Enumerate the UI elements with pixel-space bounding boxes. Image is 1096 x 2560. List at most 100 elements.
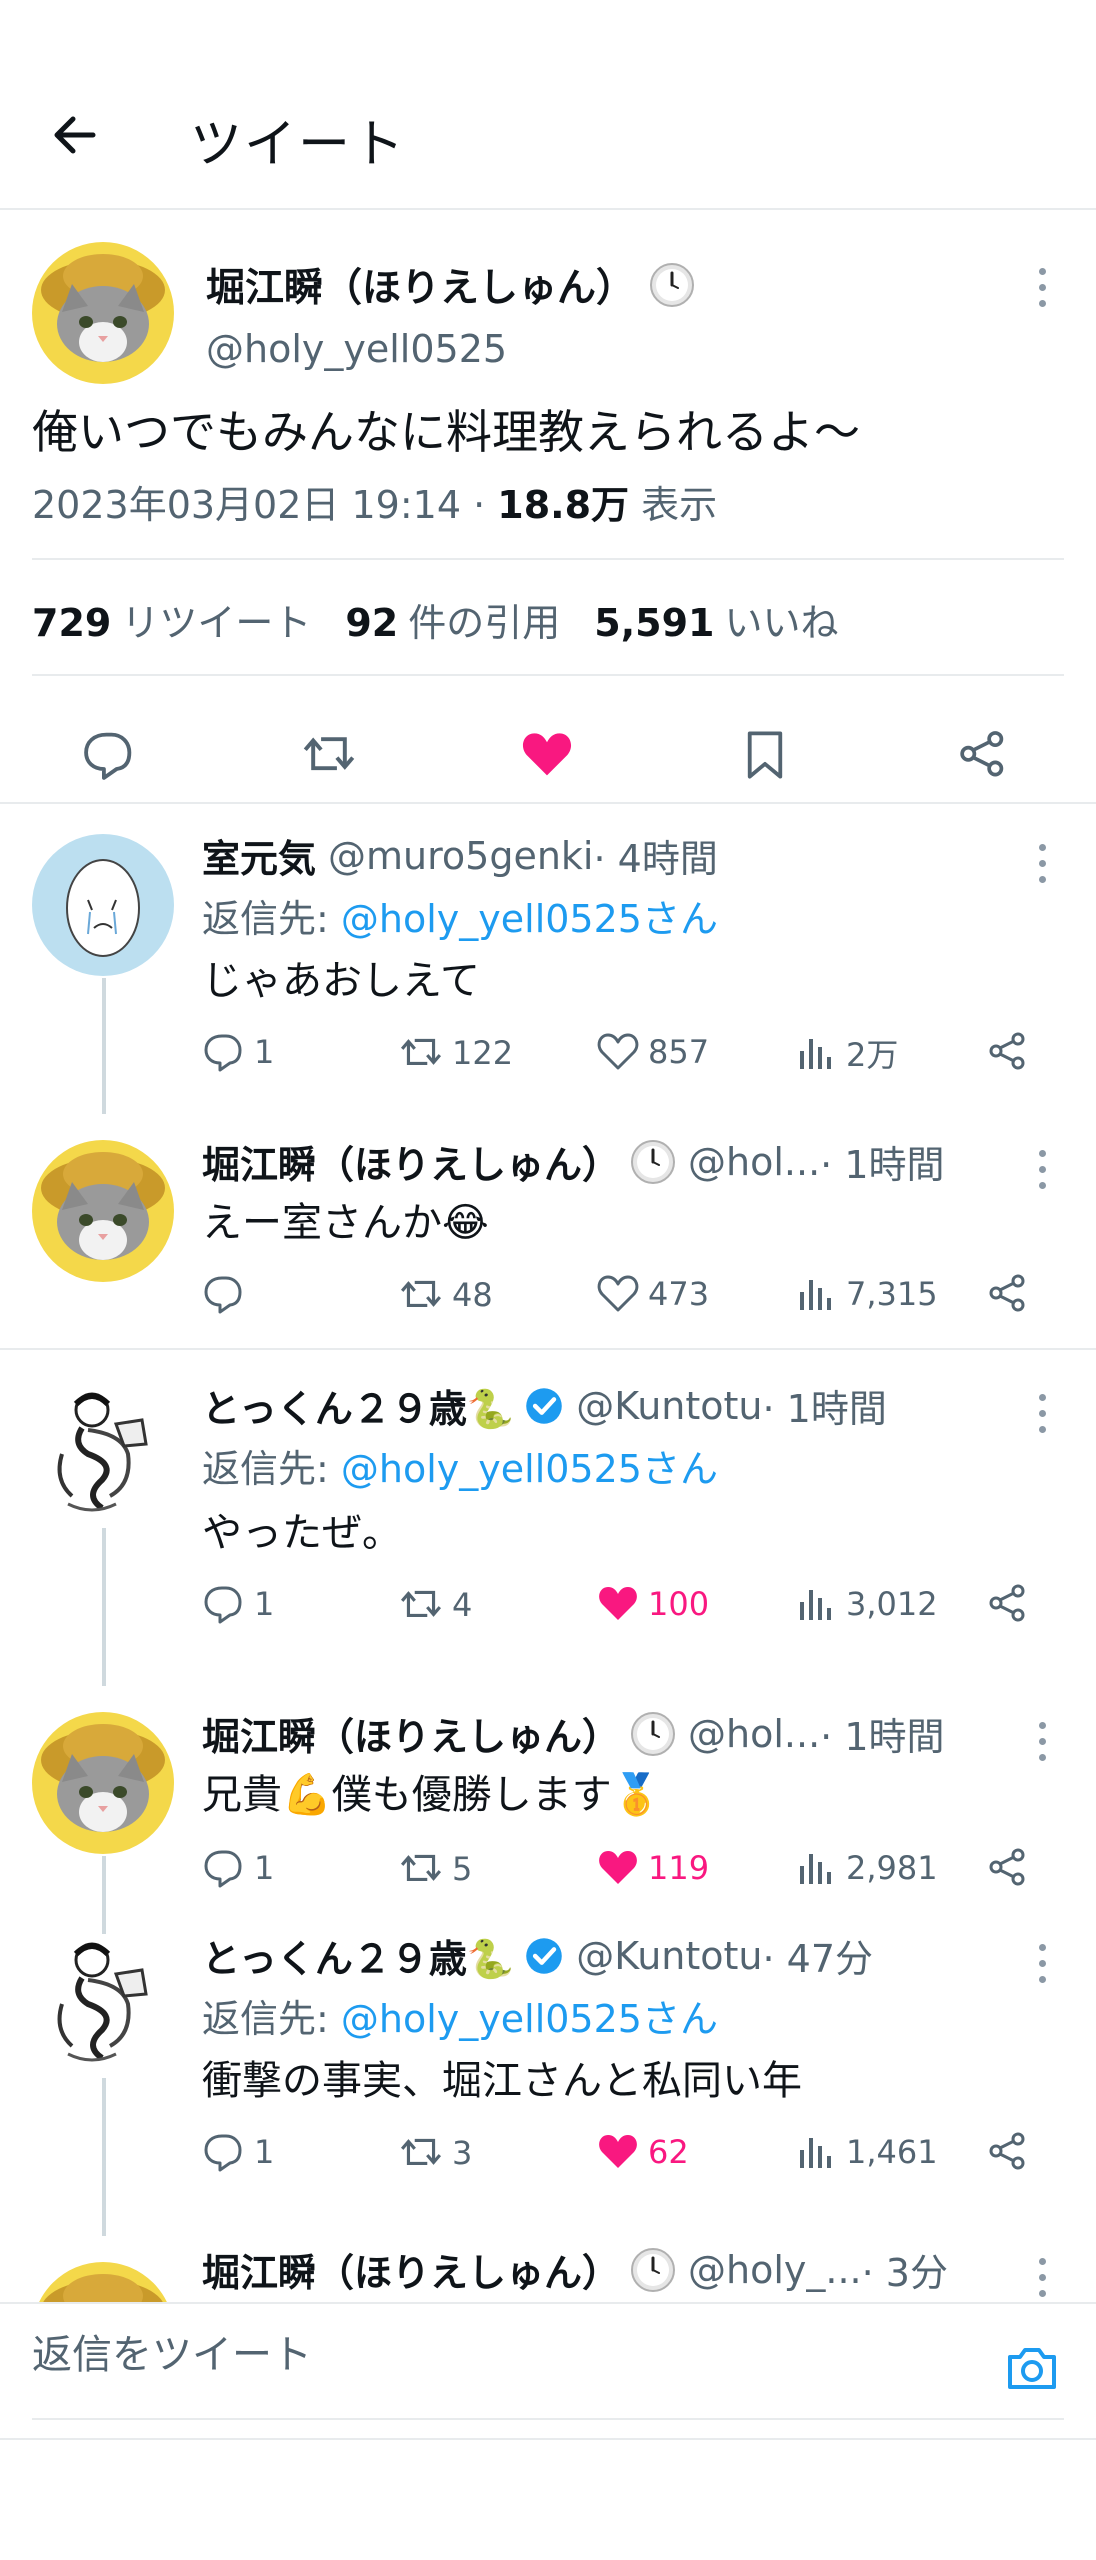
- more-options-icon[interactable]: [1034, 268, 1050, 307]
- views-button[interactable]: 1,461: [794, 2130, 938, 2174]
- reply-input[interactable]: 返信をツイート: [32, 2322, 312, 2380]
- author-name-row[interactable]: とっくん２９歳🐍: [202, 1928, 564, 1983]
- retweet-button[interactable]: 4: [398, 1582, 472, 1628]
- tweet-meta: 2023年03月02日 19:14 · 18.8万 表示: [32, 474, 717, 529]
- thread-line: [102, 978, 106, 1114]
- reply-actions: 1 5 119 2,981: [202, 1846, 1032, 1896]
- camera-button[interactable]: [1002, 2338, 1062, 2398]
- author-handle[interactable]: @Kuntotu: [576, 1384, 762, 1428]
- avatar[interactable]: [32, 1384, 174, 1526]
- author-handle[interactable]: @Kuntotu: [576, 1934, 762, 1978]
- avatar[interactable]: [32, 2262, 174, 2302]
- clock-icon: [630, 1711, 676, 1756]
- avatar[interactable]: [32, 1712, 174, 1854]
- retweet-button[interactable]: 5: [398, 1846, 472, 1892]
- retweet-button[interactable]: [296, 722, 362, 788]
- views-button[interactable]: 3,012: [794, 1582, 938, 1626]
- more-options-icon[interactable]: [1034, 844, 1050, 883]
- retweet-icon: [400, 1854, 442, 1882]
- more-options-icon[interactable]: [1034, 1150, 1050, 1189]
- divider: [0, 2438, 1096, 2440]
- more-options-icon[interactable]: [1034, 1944, 1050, 1983]
- author-handle[interactable]: @holy_...: [688, 2248, 862, 2292]
- author-handle[interactable]: @holy_yell0525: [206, 327, 507, 371]
- quotes-stat[interactable]: 92 件の引用: [345, 592, 560, 647]
- verified-badge-icon: [524, 1386, 564, 1426]
- reply-to-link[interactable]: @holy_yell0525さん: [341, 1447, 718, 1491]
- reply-tweet[interactable]: 堀江瞬（ほりえしゅん） @hol... · 1時間 兄貴💪僕も優勝します🥇 1 …: [0, 1684, 1096, 1932]
- reply-tweet[interactable]: 堀江瞬（ほりえしゅん） @holy_... · 3分: [0, 2234, 1096, 2302]
- views-button[interactable]: 2,981: [794, 1846, 938, 1890]
- retweets-stat[interactable]: 729 リツイート: [32, 592, 311, 647]
- author-name[interactable]: 室元気: [202, 828, 316, 883]
- reply-to-link[interactable]: @holy_yell0525さん: [341, 897, 718, 941]
- reply-to: 返信先: @holy_yell0525さん: [202, 897, 718, 941]
- heart-filled-icon: [599, 1587, 637, 1620]
- reply-button[interactable]: [202, 1272, 254, 1316]
- like-button[interactable]: 62: [596, 2130, 689, 2174]
- more-options-icon[interactable]: [1034, 1394, 1050, 1433]
- like-button[interactable]: 473: [596, 1272, 709, 1316]
- reply-time: · 1時間: [820, 1715, 945, 1759]
- reply-tweet[interactable]: とっくん２９歳🐍 @Kuntotu · 47分 返信先: @holy_yell0…: [0, 1906, 1096, 2236]
- like-button[interactable]: 119: [596, 1846, 709, 1890]
- more-options-icon[interactable]: [1034, 2258, 1050, 2297]
- author-name-row[interactable]: 堀江瞬（ほりえしゅん）: [202, 2242, 676, 2297]
- like-button[interactable]: 857: [596, 1030, 709, 1074]
- reply-button[interactable]: 1: [202, 1030, 274, 1074]
- reply-icon: [204, 2134, 242, 2172]
- views-button[interactable]: 7,315: [794, 1272, 938, 1316]
- more-options-icon[interactable]: [1034, 1722, 1050, 1761]
- author-name: 堀江瞬（ほりえしゅん）: [202, 1143, 621, 1187]
- share-button[interactable]: [986, 2130, 1030, 2174]
- author-handle[interactable]: @hol...: [688, 1712, 820, 1756]
- reply-tweet[interactable]: 室元気 @muro5genki · 4時間 返信先: @holy_yell052…: [0, 806, 1096, 1114]
- author-name-row[interactable]: 堀江瞬（ほりえしゅん）: [202, 1706, 676, 1761]
- heart-filled-icon: [599, 2135, 637, 2168]
- reply-icon: [204, 1034, 242, 1072]
- reply-button[interactable]: [76, 722, 142, 788]
- reply-tweet[interactable]: 堀江瞬（ほりえしゅん） @hol... · 1時間 えー室さんか😂 48 473…: [0, 1112, 1096, 1350]
- reply-button[interactable]: 1: [202, 1846, 274, 1890]
- author-name-row[interactable]: 堀江瞬（ほりえしゅん）: [206, 257, 695, 313]
- share-icon: [989, 1274, 1025, 1312]
- views-count: 18.8万: [497, 483, 630, 527]
- share-button[interactable]: [986, 1272, 1030, 1316]
- avatar[interactable]: [32, 1934, 174, 2076]
- share-icon: [989, 2132, 1025, 2170]
- reply-tweet[interactable]: とっくん２９歳🐍 @Kuntotu · 1時間 返信先: @holy_yell0…: [0, 1356, 1096, 1686]
- reply-icon: [84, 732, 132, 780]
- reply-time: · 1時間: [820, 1143, 945, 1187]
- bookmark-button[interactable]: [732, 722, 798, 788]
- likes-stat[interactable]: 5,591 いいね: [594, 592, 838, 647]
- reply-header: 堀江瞬（ほりえしゅん） @hol... · 1時間: [202, 1134, 1012, 1189]
- author-name-row[interactable]: 堀江瞬（ほりえしゅん）: [202, 1134, 676, 1189]
- author-name-row[interactable]: とっくん２９歳🐍: [202, 1378, 564, 1433]
- divider: [0, 1348, 1096, 1350]
- avatar[interactable]: [32, 242, 174, 384]
- reply-button[interactable]: 1: [202, 2130, 274, 2174]
- reply-button[interactable]: 1: [202, 1582, 274, 1626]
- retweet-button[interactable]: 48: [398, 1272, 493, 1318]
- share-icon: [989, 1848, 1025, 1886]
- author-name: とっくん２９歳🐍: [202, 1937, 515, 1981]
- share-button[interactable]: [986, 1030, 1030, 1074]
- back-button[interactable]: [40, 100, 110, 170]
- reply-text: じゃあおしえて: [202, 958, 480, 1004]
- retweet-button[interactable]: 122: [398, 1030, 513, 1076]
- bookmark-icon: [747, 731, 783, 779]
- reply-header: 堀江瞬（ほりえしゅん） @hol... · 1時間: [202, 1706, 1012, 1761]
- reply-to-link[interactable]: @holy_yell0525さん: [341, 1997, 718, 2041]
- like-button[interactable]: [514, 722, 580, 788]
- author-handle[interactable]: @muro5genki: [328, 834, 593, 878]
- views-button[interactable]: 2万: [794, 1030, 898, 1076]
- like-button[interactable]: 100: [596, 1582, 709, 1626]
- share-button[interactable]: [950, 722, 1016, 788]
- author-handle[interactable]: @hol...: [688, 1140, 820, 1184]
- retweet-button[interactable]: 3: [398, 2130, 472, 2176]
- avatar[interactable]: [32, 1140, 174, 1282]
- share-button[interactable]: [986, 1846, 1030, 1890]
- share-button[interactable]: [986, 1582, 1030, 1626]
- avatar[interactable]: [32, 834, 174, 976]
- reply-icon: [204, 1586, 242, 1624]
